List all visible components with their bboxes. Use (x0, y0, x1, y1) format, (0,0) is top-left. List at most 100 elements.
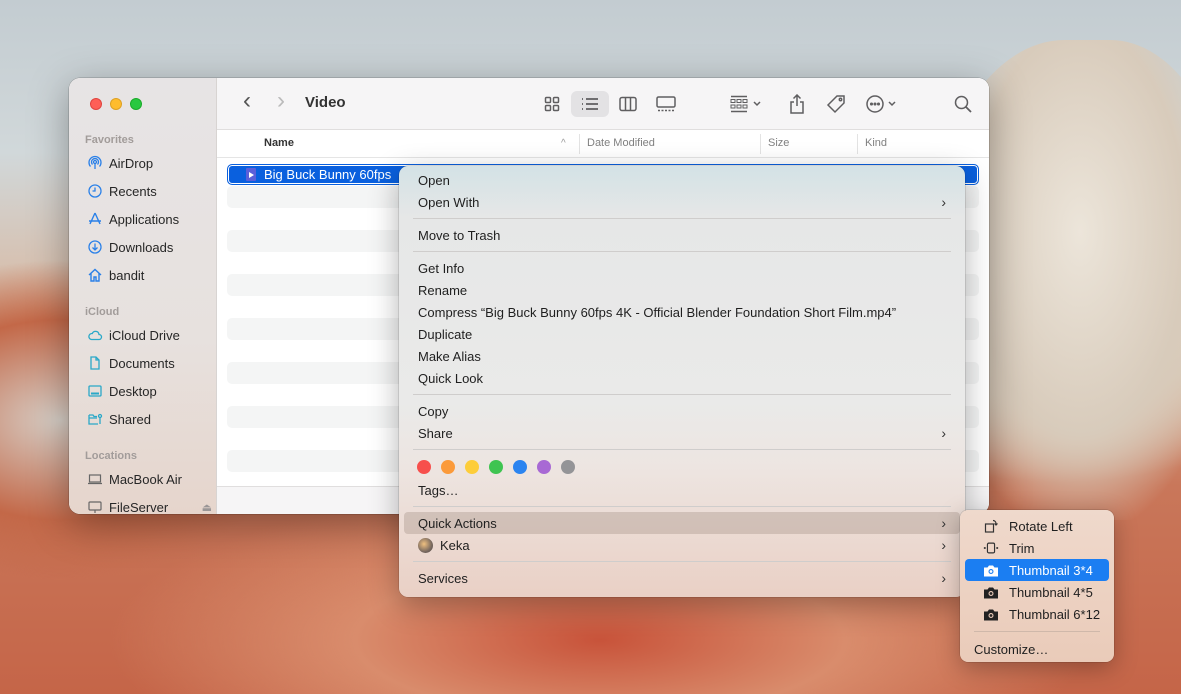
list-view-button[interactable] (571, 91, 609, 117)
column-divider[interactable] (857, 134, 858, 154)
menu-item-move-to-trash[interactable]: Move to Trash (404, 224, 960, 246)
zoom-button[interactable] (130, 98, 142, 110)
menu-item-compress[interactable]: Compress “Big Buck Bunny 60fps 4K - Offi… (404, 301, 960, 323)
camera-icon (983, 607, 999, 621)
menu-item-duplicate[interactable]: Duplicate (404, 323, 960, 345)
sidebar-item-icloud-drive[interactable]: iCloud Drive (87, 324, 212, 346)
column-date-modified[interactable]: Date Modified (587, 137, 655, 149)
sidebar-item-airdrop[interactable]: AirDrop (87, 152, 212, 174)
chevron-right-icon: › (941, 570, 946, 586)
forward-button[interactable]: › (271, 87, 291, 114)
tag-color-picker (399, 455, 965, 479)
menu-item-quick-actions[interactable]: Quick Actions › (404, 512, 960, 534)
sidebar-item-downloads[interactable]: Downloads (87, 236, 212, 258)
submenu-item-rotate-left[interactable]: Rotate Left (965, 515, 1109, 537)
submenu-item-customize[interactable]: Customize… (965, 638, 1109, 660)
tag-blue[interactable] (513, 460, 527, 474)
icon-view-button[interactable] (539, 91, 565, 117)
window-title: Video (305, 94, 346, 111)
action-menu-button[interactable] (863, 91, 903, 117)
menu-separator (413, 449, 951, 450)
menu-item-label: Services (418, 570, 468, 586)
camera-icon (983, 585, 999, 599)
menu-item-label: Compress “Big Buck Bunny 60fps 4K - Offi… (418, 304, 897, 320)
sidebar-item-shared[interactable]: Shared (87, 408, 212, 430)
submenu-item-label: Thumbnail 4*5 (1009, 584, 1093, 600)
minimize-button[interactable] (110, 98, 122, 110)
menu-item-open[interactable]: Open (404, 169, 960, 191)
tag-yellow[interactable] (465, 460, 479, 474)
gallery-view-button[interactable] (653, 91, 679, 117)
menu-item-rename[interactable]: Rename (404, 279, 960, 301)
menu-item-open-with[interactable]: Open With › (404, 191, 960, 213)
column-view-button[interactable] (615, 91, 641, 117)
sidebar-item-label: bandit (109, 267, 145, 283)
menu-item-label: Make Alias (418, 348, 481, 364)
menu-item-label: Rename (418, 282, 468, 298)
tag-orange[interactable] (441, 460, 455, 474)
menu-item-quick-look[interactable]: Quick Look (404, 367, 960, 389)
trim-icon (983, 541, 999, 555)
menu-item-copy[interactable]: Copy (404, 400, 960, 422)
desktop-icon (87, 383, 103, 399)
shared-folder-icon (87, 411, 103, 427)
submenu-item-thumbnail-6x12[interactable]: Thumbnail 6*12 (965, 603, 1109, 625)
share-icon (790, 94, 804, 114)
tag-gray[interactable] (561, 460, 575, 474)
context-menu: Open Open With › Move to Trash Get Info R… (399, 166, 965, 597)
menu-item-share[interactable]: Share › (404, 422, 960, 444)
sidebar-item-desktop[interactable]: Desktop (87, 380, 212, 402)
chevron-right-icon: › (941, 515, 946, 531)
tags-button[interactable] (823, 91, 849, 117)
submenu-item-label: Rotate Left (1009, 518, 1073, 534)
chevron-right-icon: › (941, 537, 946, 553)
menu-item-tags[interactable]: Tags… (404, 479, 960, 501)
close-button[interactable] (90, 98, 102, 110)
display-icon (87, 499, 103, 514)
sidebar-item-applications[interactable]: Applications (87, 208, 212, 230)
keka-app-icon (418, 537, 433, 553)
sidebar-section-favorites: Favorites (85, 134, 134, 146)
back-button[interactable]: ‹ (237, 87, 257, 114)
tag-purple[interactable] (537, 460, 551, 474)
submenu-item-thumbnail-3x4[interactable]: Thumbnail 3*4 (965, 559, 1109, 581)
sidebar-item-documents[interactable]: Documents (87, 352, 212, 374)
home-icon (87, 267, 103, 283)
grid-icon (544, 96, 560, 112)
submenu-item-label: Trim (1009, 540, 1035, 556)
sidebar-item-fileserver[interactable]: FileServer ⏏ (87, 496, 212, 514)
menu-item-services[interactable]: Services › (404, 567, 960, 589)
tag-red[interactable] (417, 460, 431, 474)
sidebar-item-label: Documents (109, 355, 175, 371)
column-kind[interactable]: Kind (865, 137, 887, 149)
tag-green[interactable] (489, 460, 503, 474)
column-divider[interactable] (760, 134, 761, 154)
menu-item-get-info[interactable]: Get Info (404, 257, 960, 279)
share-button[interactable] (785, 91, 809, 117)
search-button[interactable] (951, 91, 975, 117)
more-icon (866, 95, 896, 113)
menu-item-make-alias[interactable]: Make Alias (404, 345, 960, 367)
sidebar-section-locations: Locations (85, 450, 137, 462)
camera-icon (983, 563, 999, 577)
cloud-icon (87, 327, 103, 343)
eject-icon[interactable]: ⏏ (202, 501, 212, 514)
sidebar-item-bandit[interactable]: bandit (87, 264, 212, 286)
group-by-button[interactable] (727, 91, 767, 117)
submenu-item-trim[interactable]: Trim (965, 537, 1109, 559)
submenu-item-thumbnail-4x5[interactable]: Thumbnail 4*5 (965, 581, 1109, 603)
sidebar-item-label: AirDrop (109, 155, 154, 171)
sidebar-item-macbook-air[interactable]: MacBook Air (87, 468, 212, 490)
menu-item-label: Get Info (418, 260, 465, 276)
column-size[interactable]: Size (768, 137, 789, 149)
menu-item-keka[interactable]: Keka › (404, 534, 960, 556)
sidebar-item-label: Shared (109, 411, 151, 427)
menu-separator (413, 251, 951, 252)
sidebar-item-recents[interactable]: Recents (87, 180, 212, 202)
laptop-icon (87, 471, 103, 487)
column-name[interactable]: Name (264, 137, 294, 149)
column-divider[interactable] (579, 134, 580, 154)
sidebar-item-label: Applications (109, 211, 180, 227)
menu-item-label: Duplicate (418, 326, 473, 342)
sidebar-item-label: Downloads (109, 239, 174, 255)
